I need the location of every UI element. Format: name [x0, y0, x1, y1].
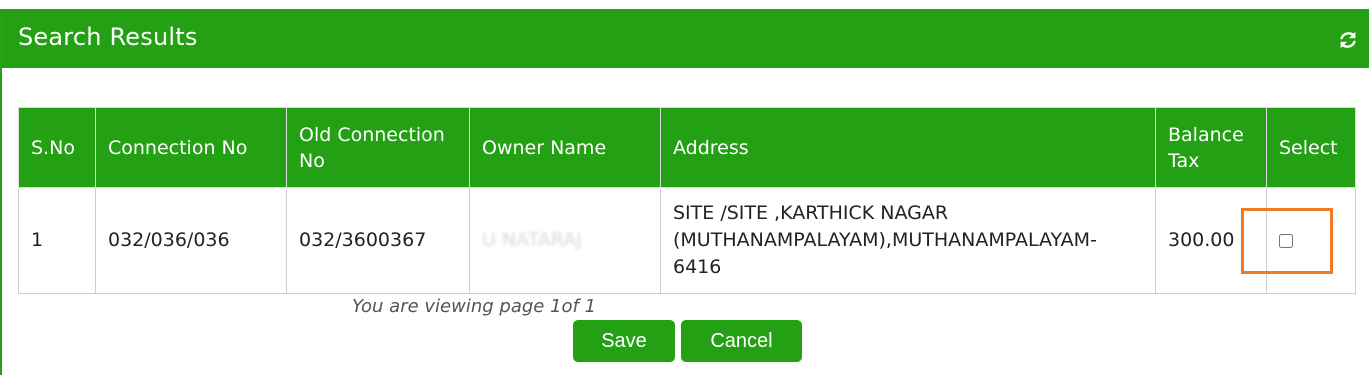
cell-balance-tax: 300.00	[1155, 187, 1267, 294]
header-sno: S.No	[18, 107, 96, 188]
cell-owner-name: U NATARAJ	[469, 187, 661, 294]
select-checkbox[interactable]	[1279, 233, 1293, 248]
header-select: Select	[1266, 107, 1356, 188]
header-old-connection-no: Old Connection No	[286, 107, 470, 188]
save-button[interactable]: Save	[573, 320, 675, 362]
table-header-row: S.No Connection No Old Connection No Own…	[18, 107, 1356, 188]
table-row: 1 032/036/036 032/3600367 U NATARAJ SITE…	[18, 187, 1356, 294]
owner-name-text: U NATARAJ	[482, 229, 582, 251]
header-address: Address	[660, 107, 1156, 188]
cell-old-connection-no: 032/3600367	[286, 187, 470, 294]
results-table: S.No Connection No Old Connection No Own…	[18, 107, 1356, 294]
header-balance-tax: Balance Tax	[1155, 107, 1267, 188]
cell-select	[1266, 187, 1356, 294]
cell-sno: 1	[18, 187, 96, 294]
search-results-panel: Search Results S.No Connection No Old Co…	[0, 9, 1369, 375]
header-owner-name: Owner Name	[469, 107, 661, 188]
panel-header: Search Results	[2, 9, 1369, 68]
pagination-info: You are viewing page 1of 1	[352, 296, 597, 317]
header-connection-no: Connection No	[95, 107, 287, 188]
cell-address: SITE /SITE ,KARTHICK NAGAR (MUTHANAMPALA…	[660, 187, 1156, 294]
refresh-icon[interactable]	[1337, 29, 1359, 51]
cancel-button[interactable]: Cancel	[681, 320, 802, 362]
cell-connection-no: 032/036/036	[95, 187, 287, 294]
panel-title: Search Results	[18, 23, 198, 51]
